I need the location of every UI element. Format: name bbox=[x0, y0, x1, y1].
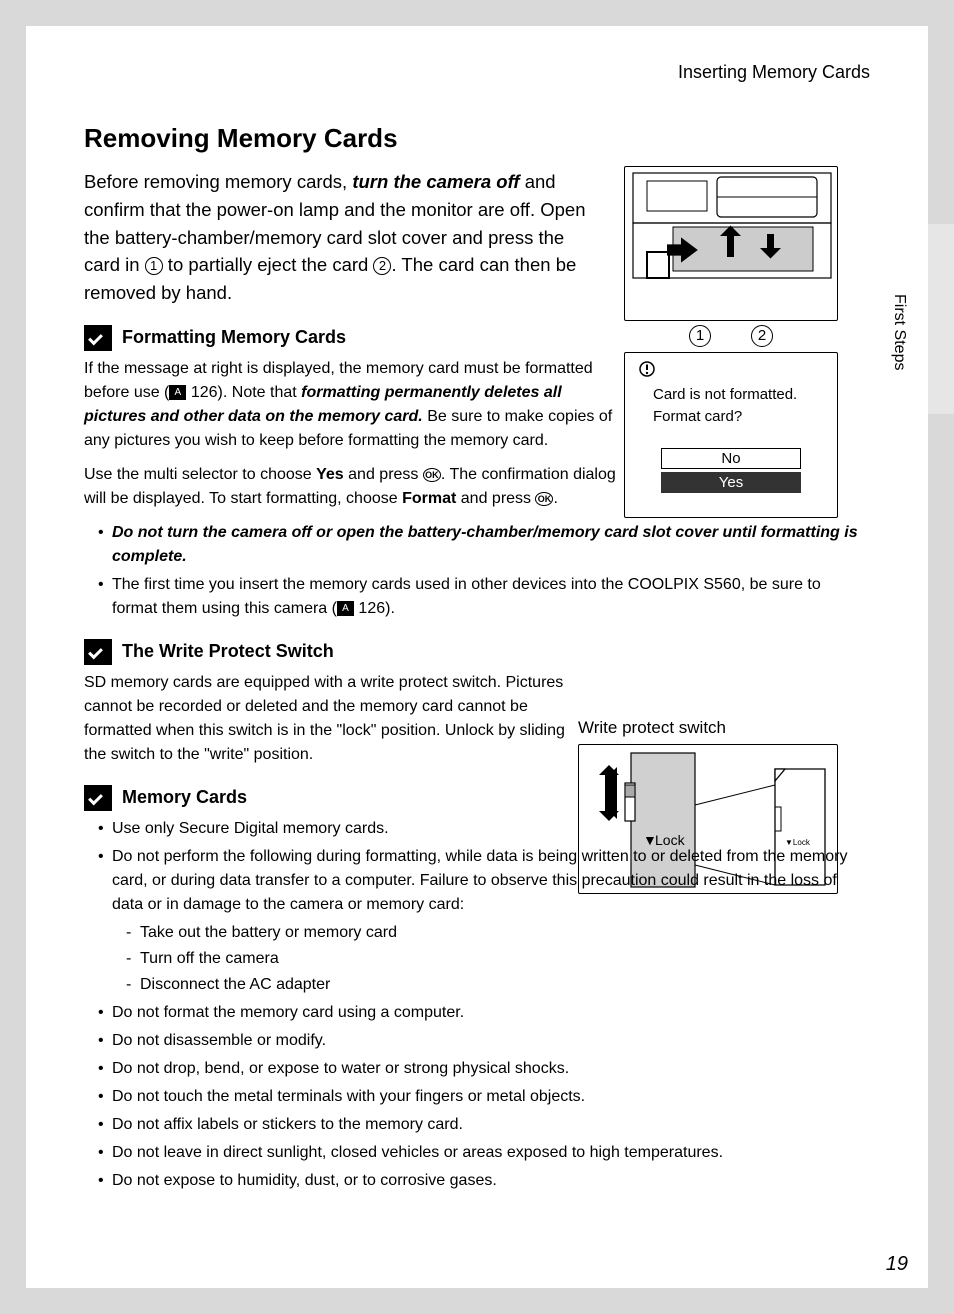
step-2-icon: 2 bbox=[373, 257, 391, 275]
section-title-formatting: Formatting Memory Cards bbox=[122, 327, 346, 348]
check-icon bbox=[84, 639, 112, 665]
list-item: Disconnect the AC adapter bbox=[126, 973, 870, 997]
sub-list: Take out the battery or memory card Turn… bbox=[112, 921, 870, 997]
dialog-figure: Card is not formatted. Format card? No Y… bbox=[624, 352, 838, 518]
list-item: Do not affix labels or stickers to the m… bbox=[98, 1113, 870, 1137]
label-2: 2 bbox=[751, 325, 773, 347]
page-number: 19 bbox=[886, 1253, 908, 1276]
list-item: Turn off the camera bbox=[126, 947, 870, 971]
ref-icon: A bbox=[337, 601, 354, 616]
list-item: Use only Secure Digital memory cards. bbox=[98, 817, 870, 841]
section-title-memory-cards: Memory Cards bbox=[122, 787, 247, 808]
camera-illustration bbox=[624, 166, 838, 321]
page: First Steps Inserting Memory Cards Remov… bbox=[26, 26, 928, 1288]
side-tab-label: First Steps bbox=[890, 294, 908, 370]
formatting-bullets: Do not turn the camera off or open the b… bbox=[84, 521, 870, 621]
warning-icon bbox=[639, 361, 829, 380]
list-item: Do not turn the camera off or open the b… bbox=[98, 521, 870, 569]
write-protect-p: SD memory cards are equipped with a writ… bbox=[84, 671, 574, 767]
check-icon bbox=[84, 785, 112, 811]
ok-icon: OK bbox=[423, 468, 441, 482]
dialog-option-yes: Yes bbox=[661, 472, 801, 493]
list-item: Do not expose to humidity, dust, or to c… bbox=[98, 1169, 870, 1193]
list-item: The first time you insert the memory car… bbox=[98, 573, 870, 621]
dialog-option-no: No bbox=[661, 448, 801, 469]
list-item: Do not leave in direct sunlight, closed … bbox=[98, 1141, 870, 1165]
list-item: Do not drop, bend, or expose to water or… bbox=[98, 1057, 870, 1081]
ok-icon: OK bbox=[535, 492, 553, 506]
list-item: Do not format the memory card using a co… bbox=[98, 1001, 870, 1025]
dialog-message: Card is not formatted. Format card? bbox=[653, 384, 829, 428]
breadcrumb: Inserting Memory Cards bbox=[84, 62, 870, 83]
formatting-p1: If the message at right is displayed, th… bbox=[84, 357, 624, 453]
memory-cards-bullets: Use only Secure Digital memory cards. Do… bbox=[84, 817, 870, 1193]
camera-figure: 1 2 bbox=[624, 166, 838, 347]
list-item: Take out the battery or memory card bbox=[126, 921, 870, 945]
dialog-box: Card is not formatted. Format card? No Y… bbox=[624, 352, 838, 518]
section-title-write-protect: The Write Protect Switch bbox=[122, 641, 334, 662]
list-item: Do not perform the following during form… bbox=[98, 845, 870, 997]
section-memory-cards: Memory Cards Use only Secure Digital mem… bbox=[84, 785, 870, 1193]
side-tab bbox=[928, 224, 954, 414]
ref-icon: A bbox=[169, 385, 186, 400]
page-title: Removing Memory Cards bbox=[84, 123, 870, 154]
write-protect-caption: Write protect switch bbox=[578, 718, 838, 738]
formatting-p2: Use the multi selector to choose Yes and… bbox=[84, 463, 624, 511]
label-1: 1 bbox=[689, 325, 711, 347]
camera-labels: 1 2 bbox=[624, 325, 838, 347]
dialog-line1: Card is not formatted. bbox=[653, 386, 797, 403]
intro-paragraph: Before removing memory cards, turn the c… bbox=[84, 168, 594, 307]
list-item: Do not disassemble or modify. bbox=[98, 1029, 870, 1053]
check-icon bbox=[84, 325, 112, 351]
step-1-icon: 1 bbox=[145, 257, 163, 275]
dialog-line2: Format card? bbox=[653, 408, 742, 425]
list-item: Do not touch the metal terminals with yo… bbox=[98, 1085, 870, 1109]
